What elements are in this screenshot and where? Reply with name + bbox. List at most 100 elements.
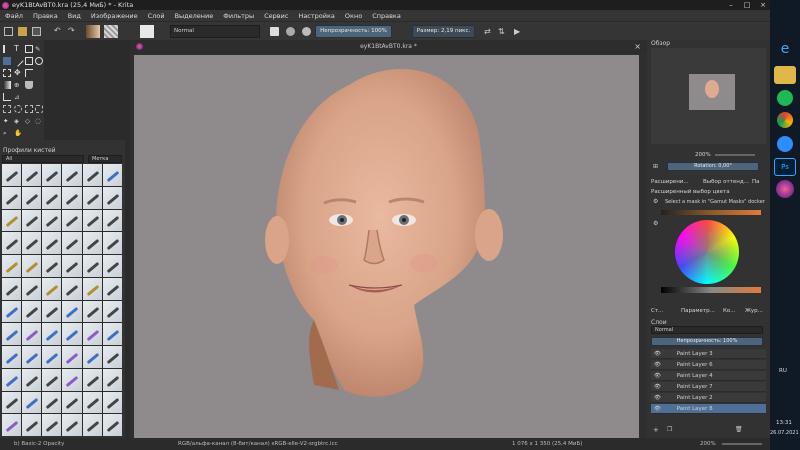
select-freehand-tool-icon[interactable] bbox=[35, 105, 43, 113]
brush-preset[interactable] bbox=[42, 209, 62, 232]
tab-color-picker[interactable]: Выбор оттенд... bbox=[703, 179, 749, 185]
brush-preset[interactable] bbox=[102, 323, 122, 345]
chrome-icon[interactable] bbox=[777, 112, 793, 128]
brush-preset[interactable] bbox=[62, 346, 82, 368]
mirror-view-icon[interactable]: ⊞ bbox=[653, 163, 658, 170]
assistant-tool-icon[interactable] bbox=[3, 93, 11, 101]
menu-layer[interactable]: Слой bbox=[143, 12, 170, 20]
color-settings-icon[interactable]: ⚙ bbox=[653, 220, 658, 227]
open-document-icon[interactable] bbox=[18, 27, 27, 36]
select-contiguous-tool-icon[interactable]: ✦ bbox=[3, 117, 11, 125]
pattern-swatch-icon[interactable] bbox=[104, 25, 118, 38]
brush-preset[interactable] bbox=[62, 391, 82, 414]
menu-select[interactable]: Выделение bbox=[170, 12, 219, 20]
brush-preset[interactable] bbox=[62, 368, 82, 391]
line-tool-icon[interactable] bbox=[12, 55, 24, 67]
transform-tool-icon[interactable] bbox=[3, 69, 11, 77]
brush-preset[interactable] bbox=[82, 346, 102, 368]
eye-icon[interactable]: 👁 bbox=[654, 384, 661, 390]
brush-preset[interactable] bbox=[62, 277, 82, 300]
tab-ko[interactable]: Ко... bbox=[723, 308, 736, 314]
brush-preset[interactable] bbox=[42, 323, 62, 345]
brush-preset[interactable] bbox=[22, 186, 42, 209]
ellipse-tool-icon[interactable] bbox=[35, 57, 43, 65]
brush-preset[interactable] bbox=[82, 368, 102, 391]
brush-preset[interactable] bbox=[42, 300, 62, 323]
maximize-button[interactable]: □ bbox=[740, 0, 754, 10]
language-indicator[interactable]: RU bbox=[779, 368, 787, 374]
brush-preset[interactable] bbox=[2, 323, 22, 345]
brush-preset[interactable] bbox=[2, 368, 22, 391]
brush-preset[interactable] bbox=[42, 186, 62, 209]
spotify-icon[interactable] bbox=[777, 90, 793, 106]
measure-tool-icon[interactable]: ⊿ bbox=[14, 93, 22, 101]
new-document-icon[interactable] bbox=[4, 27, 13, 36]
document-close-icon[interactable]: × bbox=[634, 40, 641, 54]
brush-preset[interactable] bbox=[2, 186, 22, 209]
brush-preset[interactable] bbox=[2, 300, 22, 323]
brush-preset[interactable] bbox=[82, 186, 102, 209]
brush-preset[interactable] bbox=[2, 391, 22, 414]
brush-preset[interactable] bbox=[22, 232, 42, 254]
eraser-mode-icon[interactable] bbox=[270, 27, 279, 36]
brush-preset[interactable] bbox=[82, 232, 102, 254]
brush-preset[interactable] bbox=[102, 414, 122, 436]
fill-tool-icon[interactable] bbox=[25, 81, 33, 89]
brush-preset[interactable] bbox=[22, 346, 42, 368]
layer-row[interactable]: 👁 Paint Layer 4 bbox=[651, 371, 766, 381]
brush-preset-preview-icon[interactable] bbox=[140, 25, 154, 38]
value-bar[interactable] bbox=[661, 287, 761, 293]
brush-preset[interactable] bbox=[2, 232, 22, 254]
brush-preset[interactable] bbox=[22, 414, 42, 436]
gradient-swatch-icon[interactable] bbox=[86, 25, 100, 38]
layer-blend-select[interactable]: Normal bbox=[651, 326, 763, 334]
clock-time[interactable]: 13:31 bbox=[776, 420, 792, 426]
clock-date[interactable]: 26.07.2021 bbox=[770, 430, 799, 436]
select-shapes-tool-icon[interactable] bbox=[3, 45, 11, 53]
brush-preset[interactable] bbox=[62, 414, 82, 436]
status-zoom[interactable]: 200% bbox=[700, 438, 716, 450]
text-tool-icon[interactable]: T bbox=[14, 45, 22, 53]
brush-preset[interactable] bbox=[102, 391, 122, 414]
brush-preset[interactable] bbox=[22, 391, 42, 414]
brush-preset[interactable] bbox=[2, 164, 22, 186]
brush-preset[interactable] bbox=[42, 277, 62, 300]
brush-preset[interactable] bbox=[42, 232, 62, 254]
eye-icon[interactable]: 👁 bbox=[654, 351, 661, 357]
layer-opacity-slider[interactable]: Непрозрачность: 100% bbox=[651, 337, 763, 346]
menu-help[interactable]: Справка bbox=[367, 12, 406, 20]
brush-preset[interactable] bbox=[42, 164, 62, 186]
gradient-tool-icon[interactable] bbox=[3, 81, 11, 89]
brush-preset[interactable] bbox=[82, 323, 102, 345]
eye-icon[interactable]: 👁 bbox=[654, 395, 661, 401]
brush-preset[interactable] bbox=[2, 255, 22, 277]
pan-tool-icon[interactable]: ✋ bbox=[14, 129, 22, 137]
rotation-slider[interactable]: Rotation: 0,00° bbox=[667, 162, 759, 171]
eye-icon[interactable]: 👁 bbox=[654, 362, 661, 368]
krita-taskbar-icon[interactable] bbox=[776, 180, 794, 198]
blend-mode-select[interactable]: Normal bbox=[170, 25, 260, 38]
preserve-alpha-icon[interactable] bbox=[286, 27, 295, 36]
tab-st[interactable]: Ст... bbox=[651, 308, 663, 314]
crop-tool-icon[interactable] bbox=[25, 69, 33, 77]
brush-preset[interactable] bbox=[82, 300, 102, 323]
mirror-vertical-icon[interactable]: ⇅ bbox=[498, 27, 507, 36]
brush-preset[interactable] bbox=[2, 277, 22, 300]
undo-icon[interactable]: ↶ bbox=[54, 26, 63, 35]
color-picker-tool-icon[interactable]: ⊕ bbox=[14, 81, 22, 89]
brush-preset[interactable] bbox=[102, 277, 122, 300]
select-polygon-tool-icon[interactable] bbox=[25, 105, 33, 113]
ie-icon[interactable]: e bbox=[774, 40, 796, 58]
brush-preset[interactable] bbox=[2, 346, 22, 368]
minimize-button[interactable]: – bbox=[724, 0, 738, 10]
brush-preset[interactable] bbox=[102, 255, 122, 277]
brush-preset[interactable] bbox=[22, 209, 42, 232]
tab-palette[interactable]: Па bbox=[752, 179, 760, 185]
zoom-tool-icon[interactable]: ⌕ bbox=[3, 129, 11, 137]
menu-edit[interactable]: Правка bbox=[28, 12, 63, 20]
brush-preset[interactable] bbox=[22, 323, 42, 345]
brush-preset[interactable] bbox=[102, 300, 122, 323]
duplicate-layer-icon[interactable]: ❐ bbox=[667, 426, 672, 433]
brush-preset[interactable] bbox=[42, 346, 62, 368]
tab-jour[interactable]: Жур... bbox=[745, 308, 763, 314]
